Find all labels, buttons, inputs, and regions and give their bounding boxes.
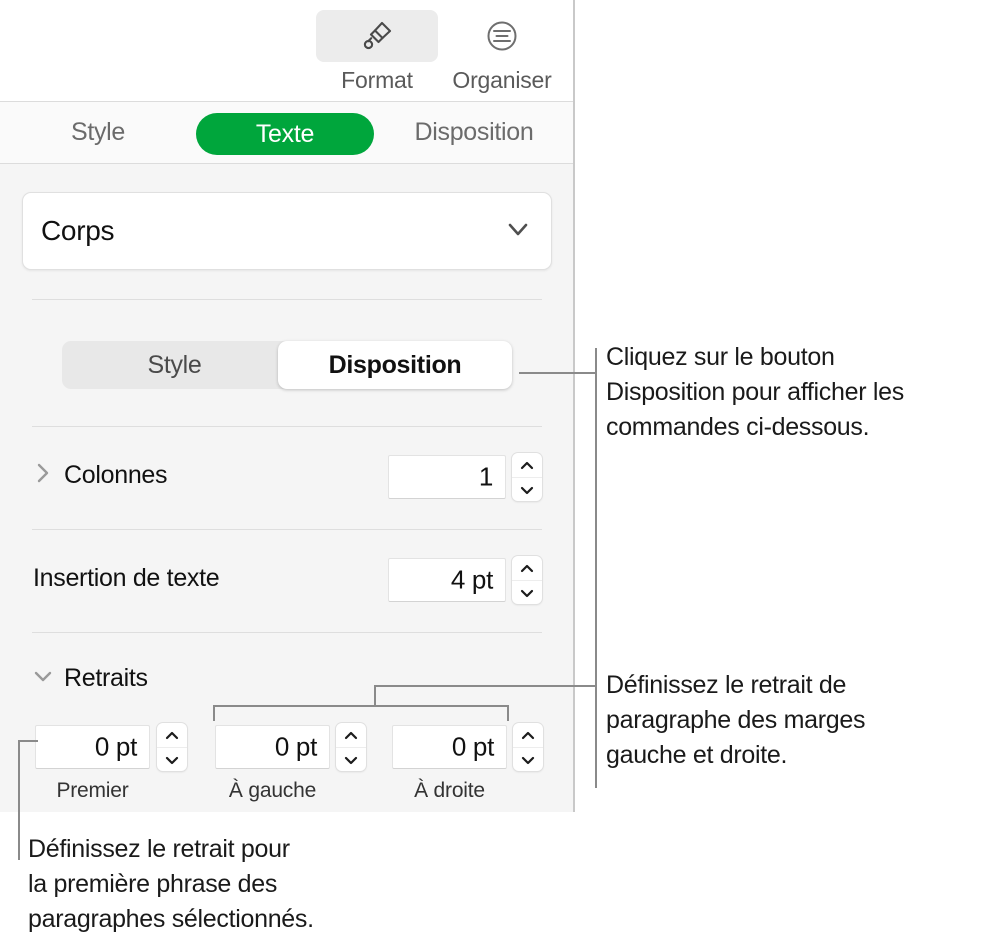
- chevron-up-icon[interactable]: [512, 556, 542, 580]
- indent-left-field[interactable]: 0 pt: [215, 725, 330, 769]
- organiser-toolbar-button[interactable]: Organiser: [441, 10, 563, 96]
- format-toolbar-button[interactable]: Format: [316, 10, 438, 96]
- segment-disposition[interactable]: Disposition: [278, 341, 512, 389]
- paintbrush-icon: [316, 10, 438, 62]
- columns-stepper[interactable]: [512, 453, 542, 501]
- callout-2-text: Définissez le retrait de paragraphe des …: [606, 671, 866, 769]
- callout-2-bracket-stub-left: [213, 705, 215, 721]
- chevron-up-icon[interactable]: [512, 453, 542, 477]
- callout-1-text: Cliquez sur le bouton Disposition pour a…: [606, 343, 904, 441]
- text-inset-stepper[interactable]: [512, 556, 542, 604]
- segment-style[interactable]: Style: [62, 341, 287, 389]
- chevron-down-icon[interactable]: [513, 747, 543, 772]
- tab-style[interactable]: Style: [58, 118, 138, 147]
- indent-left-stepper[interactable]: [336, 723, 366, 771]
- indent-first-line-caption: Premier: [56, 779, 129, 802]
- indent-right-field[interactable]: 0 pt: [392, 725, 507, 769]
- divider: [32, 426, 542, 427]
- divider: [32, 632, 542, 633]
- chevron-down-icon[interactable]: [512, 580, 542, 605]
- chevron-down-icon: [503, 219, 533, 246]
- format-inspector-panel: Format Organiser Style Texte Disposition: [0, 0, 575, 812]
- indent-left-value: 0 pt: [274, 731, 317, 762]
- paragraph-style-popup-button[interactable]: Corps: [22, 192, 552, 270]
- callout-1-vertical-rail: [595, 348, 597, 788]
- callout-3-text: Définissez le retrait pour la première p…: [28, 835, 314, 933]
- chevron-down-icon[interactable]: [512, 477, 542, 502]
- inspector-toolbar: Format Organiser: [0, 0, 573, 102]
- align-center-circle-icon: [441, 10, 563, 62]
- indent-first-line-value: 0 pt: [94, 731, 137, 762]
- chevron-down-icon[interactable]: [336, 747, 366, 772]
- callout-3-vertical-rail: [18, 740, 20, 860]
- text-inset-value-field[interactable]: 4 pt: [388, 558, 506, 602]
- inspector-body: Corps Style Disposition Colonnes 1 Inser…: [0, 164, 573, 812]
- callout-2-bracket-stub-right: [507, 705, 509, 721]
- organiser-toolbar-button-label: Organiser: [452, 67, 552, 93]
- text-inset-value: 4 pt: [450, 564, 493, 595]
- chevron-up-icon[interactable]: [157, 723, 187, 747]
- indent-right-value: 0 pt: [451, 731, 494, 762]
- callout-2-bracket-riser: [374, 685, 376, 707]
- indent-right-caption: À droite: [414, 779, 485, 802]
- callout-2-leader-line: [374, 685, 596, 687]
- indent-first-line-field[interactable]: 0 pt: [35, 725, 150, 769]
- callout-2-bracket-span: [213, 705, 509, 707]
- columns-value-field[interactable]: 1: [388, 455, 506, 499]
- chevron-down-icon[interactable]: [30, 664, 56, 693]
- style-layout-segmented-control: Style Disposition: [62, 341, 512, 389]
- chevron-up-icon[interactable]: [336, 723, 366, 747]
- indent-left-caption: À gauche: [228, 779, 317, 802]
- inspector-tab-bar: Style Texte Disposition: [0, 102, 573, 164]
- chevron-right-icon[interactable]: [33, 460, 55, 491]
- format-toolbar-button-label: Format: [341, 67, 413, 93]
- tab-disposition[interactable]: Disposition: [394, 118, 554, 147]
- indents-section-label: Retraits: [64, 664, 148, 692]
- tab-texte[interactable]: Texte: [196, 113, 374, 155]
- paragraph-style-value: Corps: [41, 215, 115, 246]
- callout-1-leader-line: [519, 372, 596, 374]
- indent-right-stepper[interactable]: [513, 723, 543, 771]
- chevron-up-icon[interactable]: [513, 723, 543, 747]
- divider: [32, 529, 542, 530]
- columns-value: 1: [478, 461, 493, 492]
- callout-3-leader-line: [18, 740, 38, 742]
- indent-first-line-stepper[interactable]: [157, 723, 187, 771]
- columns-row-label: Colonnes: [64, 461, 168, 489]
- chevron-down-icon[interactable]: [157, 747, 187, 772]
- divider: [32, 299, 542, 300]
- text-inset-row-label: Insertion de texte: [33, 564, 220, 592]
